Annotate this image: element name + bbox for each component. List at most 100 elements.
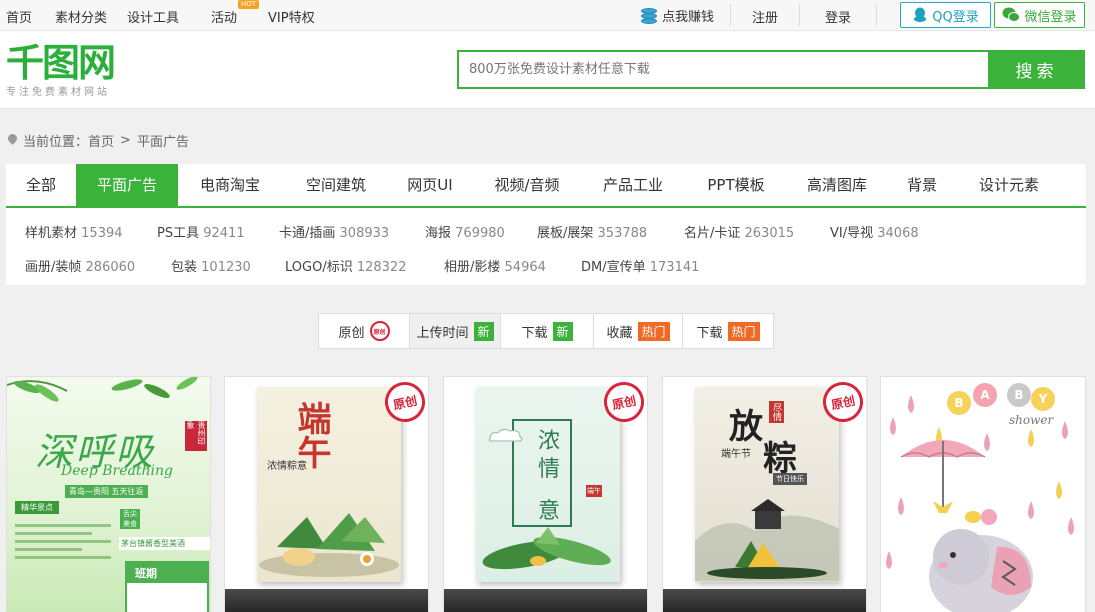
subcat-count: 263015 (744, 226, 795, 241)
landscape-illustration (695, 499, 839, 581)
tab-design-elements[interactable]: 设计元素 (962, 164, 1056, 206)
sort-downloads-hot-label: 下载 (696, 325, 723, 341)
subcat-count: 286060 (85, 260, 136, 275)
breadcrumb-separator: > (120, 133, 131, 148)
hot-badge: HOT (238, 0, 260, 9)
subcat-packaging[interactable]: 包装 101230 (171, 256, 251, 275)
poster-badge: 舌尖美食 (120, 509, 140, 529)
material-card[interactable]: B A B Y shower (880, 376, 1086, 612)
poster-band: 茅台镇酱香型美酒 (119, 537, 210, 550)
site-logo[interactable]: 千图网 专注免费素材网站 (6, 43, 116, 98)
poster-section: 精华景点 (15, 501, 59, 514)
card-frame-bottom (225, 589, 428, 612)
tab-industrial[interactable]: 产品工业 (586, 164, 680, 206)
subcat-name: PS工具 (157, 226, 200, 241)
tab-print-ads[interactable]: 平面广告 (76, 164, 178, 206)
subcat-album[interactable]: 相册/影楼 54964 (444, 256, 546, 275)
material-card[interactable]: 深呼吸 贵州印象 Deep Breathing 青岛—贵阳 五天往返 精华景点 … (6, 376, 211, 612)
tab-video-audio[interactable]: 视频/音频 (478, 164, 576, 206)
site-header: 千图网 专注免费素材网站 搜索 (0, 31, 1095, 109)
sort-downloads-hot[interactable]: 下载 热门 (683, 314, 773, 348)
breadcrumb-current: 平面广告 (136, 135, 189, 150)
logo-slogan: 专注免费素材网站 (6, 87, 110, 98)
tab-architecture[interactable]: 空间建筑 (286, 164, 386, 206)
poster-image: 深呼吸 贵州印象 Deep Breathing 青岛—贵阳 五天往返 精华景点 … (7, 377, 210, 612)
tab-ppt[interactable]: PPT模板 (690, 164, 782, 206)
subcat-logo[interactable]: LOGO/标识 128322 (285, 256, 406, 275)
qq-login-label: QQ登录 (932, 9, 979, 25)
search-input[interactable] (459, 52, 989, 87)
subcat-display-board[interactable]: 展板/展架 353788 (537, 222, 647, 241)
sort-upload-time[interactable]: 上传时间 新 (410, 314, 501, 348)
subcat-flyer[interactable]: DM/宣传单 173141 (581, 256, 699, 275)
poster-subtitle: Deep Breathing (61, 463, 173, 479)
poster-image: 端午 浓情粽意 (257, 387, 401, 582)
earn-label: 点我赚钱 (662, 10, 715, 25)
breadcrumb-prefix: 当前位置： (23, 135, 89, 150)
subcat-poster[interactable]: 海报 769980 (425, 222, 505, 241)
card-frame-bottom (663, 589, 866, 612)
material-card[interactable]: 放 尽情 粽 端午节 节日快乐 原创 (662, 376, 867, 612)
breadcrumb-home[interactable]: 首页 (88, 131, 114, 150)
subcat-name: DM/宣传单 (581, 260, 646, 275)
nav-categories[interactable]: 素材分类 (55, 7, 107, 26)
subcat-count: 769980 (455, 226, 505, 241)
qq-icon (914, 7, 927, 22)
subcat-name: 名片/卡证 (684, 226, 741, 241)
hot-tag: 热门 (727, 321, 760, 341)
poster-image: 浓 情 意 端午 (476, 387, 620, 582)
subcat-vi[interactable]: VI/导视 34068 (830, 222, 919, 241)
subcat-mockup[interactable]: 样机素材 15394 (25, 222, 123, 241)
poster-route: 青岛—贵阳 五天往返 (65, 485, 148, 498)
cloud-illustration (488, 428, 523, 442)
search-button[interactable]: 搜索 (988, 50, 1085, 89)
sort-original[interactable]: 原创 原创 (319, 314, 410, 348)
subcat-name: LOGO/标识 (285, 260, 353, 275)
new-tag: 新 (473, 321, 494, 341)
subcat-name: 相册/影楼 (444, 260, 501, 275)
material-card[interactable]: 端午 浓情粽意 原创 (224, 376, 429, 612)
nav-home[interactable]: 首页 (6, 7, 32, 26)
sort-upload-time-label: 上传时间 (416, 325, 469, 341)
sort-bar: 原创 原创 上传时间 新 下载 新 收藏 热门 下载 热门 (318, 313, 774, 349)
wechat-icon (1002, 7, 1021, 22)
nav-vip[interactable]: VIP特权 (268, 7, 315, 26)
tab-backgrounds[interactable]: 背景 (892, 164, 952, 206)
poster-text-lines (15, 519, 111, 564)
poster-title-char-1: 放 (729, 407, 763, 447)
divider (730, 4, 731, 26)
subcat-brochure[interactable]: 画册/装帧 286060 (25, 256, 135, 275)
wechat-login-label: 微信登录 (1024, 9, 1077, 25)
subcat-business-card[interactable]: 名片/卡证 263015 (684, 222, 794, 241)
tab-hd-photos[interactable]: 高清图库 (790, 164, 884, 206)
nav-activities[interactable]: 活动 (211, 7, 237, 26)
login-link[interactable]: 登录 (825, 7, 851, 26)
tab-web-ui[interactable]: 网页UI (390, 164, 470, 206)
qq-login-button[interactable]: QQ登录 (900, 2, 991, 28)
subcat-count: 128322 (356, 260, 407, 275)
subcat-count: 101230 (201, 260, 251, 275)
tab-ecommerce[interactable]: 电商淘宝 (182, 164, 278, 206)
poster-schedule-box: 班期 (125, 561, 209, 612)
subcat-count: 308933 (339, 226, 390, 241)
earn-link[interactable]: 点我赚钱 (640, 6, 714, 25)
poster-title-char-2: 情 (538, 457, 561, 482)
original-badge-icon: 原创 (369, 321, 390, 341)
raindrops-illustration (886, 395, 1074, 612)
register-link[interactable]: 注册 (752, 7, 778, 26)
nav-design-tools[interactable]: 设计工具 (127, 7, 179, 26)
tab-all[interactable]: 全部 (6, 164, 76, 206)
sort-favorites[interactable]: 收藏 热门 (594, 314, 683, 348)
poster-image: B A B Y shower (881, 377, 1085, 612)
poster-subtitle: 浓情粽意 (267, 461, 307, 472)
subcat-count: 34068 (877, 226, 919, 241)
material-card[interactable]: 浓 情 意 端午 原创 (443, 376, 648, 612)
zongzi-illustration (259, 513, 399, 577)
sort-downloads-new[interactable]: 下载 新 (501, 314, 594, 348)
wechat-login-button[interactable]: 微信登录 (994, 2, 1085, 28)
subcat-ps-tools[interactable]: PS工具 92411 (157, 222, 245, 241)
subcat-illustration[interactable]: 卡通/插画 308933 (279, 222, 389, 241)
subcat-count: 15394 (81, 226, 123, 241)
hot-tag: 热门 (637, 321, 670, 341)
new-tag: 新 (552, 321, 573, 341)
